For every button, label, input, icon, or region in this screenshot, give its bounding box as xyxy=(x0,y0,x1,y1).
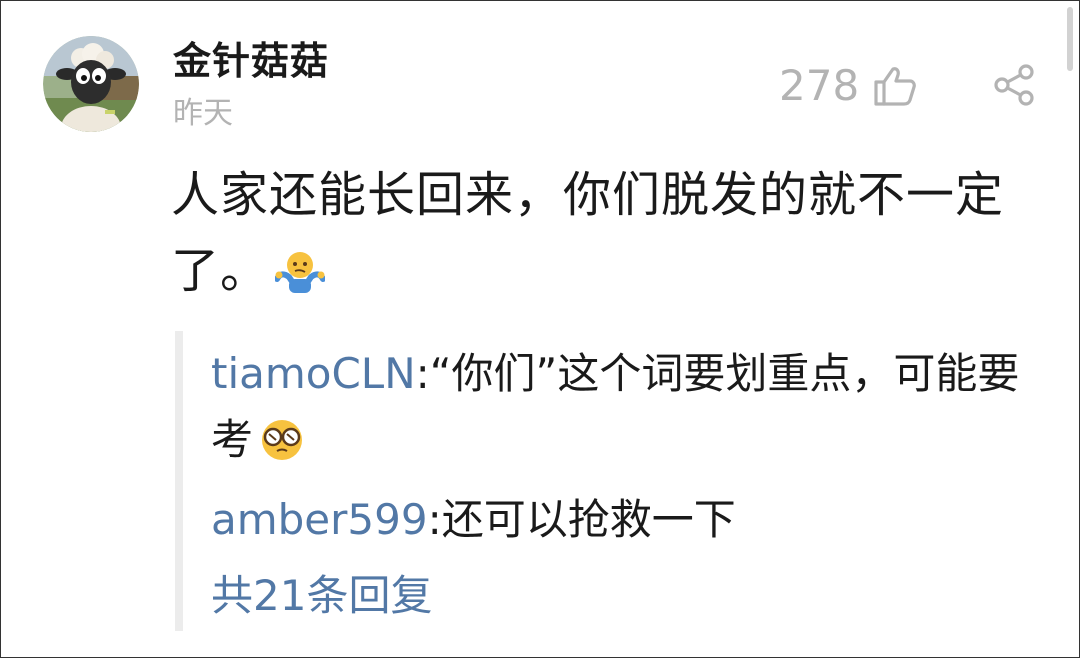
reply-username[interactable]: amber599 xyxy=(211,495,428,544)
reply-text: 还可以抢救一下 xyxy=(441,495,736,544)
shrug-emoji-icon xyxy=(274,241,327,317)
reply-thread: tiamoCLN:“你们”这个词要划重点，可能要考 amber599:还可以抢救… xyxy=(175,331,1043,631)
thumbs-up-icon[interactable] xyxy=(873,65,917,107)
glasses-emoji-icon xyxy=(259,415,305,481)
view-all-replies-link[interactable]: 共21条回复 xyxy=(211,563,432,629)
avatar[interactable] xyxy=(43,36,139,132)
username[interactable]: 金针菇菇 xyxy=(173,37,329,85)
like-count: 278 xyxy=(779,61,860,110)
reply-item[interactable]: amber599:还可以抢救一下 xyxy=(211,487,1031,553)
comment-card: 金针菇菇 昨天 278 人家还能长回来，你们脱发的就不一定了。 tiamoCLN… xyxy=(0,0,1080,658)
scrollbar[interactable] xyxy=(1067,7,1073,71)
timestamp: 昨天 xyxy=(173,96,233,131)
reply-separator: : xyxy=(415,349,430,398)
reply-username[interactable]: tiamoCLN xyxy=(211,349,416,398)
share-icon[interactable] xyxy=(993,63,1037,107)
avatar-image xyxy=(43,36,139,132)
reply-item[interactable]: tiamoCLN:“你们”这个词要划重点，可能要考 xyxy=(211,341,1031,481)
comment-text: 人家还能长回来，你们脱发的就不一定了。 xyxy=(171,157,1021,317)
reply-separator: : xyxy=(427,495,442,544)
